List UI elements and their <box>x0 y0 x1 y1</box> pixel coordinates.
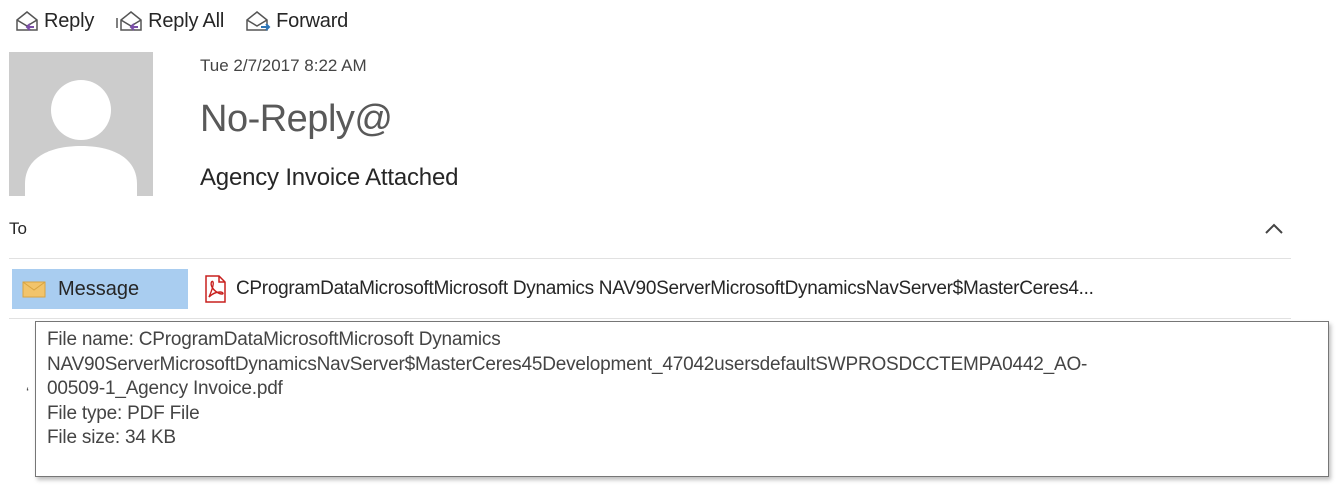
tooltip-file-name: File name: CProgramDataMicrosoftMicrosof… <box>47 329 501 350</box>
reply-all-button[interactable]: Reply All <box>114 9 224 33</box>
forward-button[interactable]: Forward <box>244 9 348 33</box>
message-subject: Agency Invoice Attached <box>200 164 459 191</box>
reply-icon <box>16 11 38 31</box>
attachment-tooltip: File name: CProgramDataMicrosoftMicrosof… <box>35 321 1329 477</box>
reply-all-label: Reply All <box>148 9 225 32</box>
reply-all-icon <box>116 11 142 31</box>
attachment-filename: CProgramDataMicrosoftMicrosoft Dynamics … <box>236 278 1094 299</box>
message-tab-label: Message <box>58 277 140 300</box>
envelope-icon <box>22 281 46 298</box>
forward-label: Forward <box>276 9 349 32</box>
message-tab[interactable]: Message <box>12 269 188 309</box>
attachments-divider <box>9 318 1291 319</box>
forward-icon <box>246 11 271 31</box>
to-label: To <box>9 219 27 238</box>
reply-label: Reply <box>44 9 95 32</box>
chevron-up-icon <box>1265 223 1283 234</box>
pdf-file-icon <box>205 275 226 303</box>
tooltip-file-type: File type: PDF File <box>47 402 200 424</box>
collapse-header-button[interactable] <box>1262 219 1286 239</box>
body-text-fragment: ‘ <box>26 384 30 400</box>
header-divider <box>9 258 1291 259</box>
reply-button[interactable]: Reply <box>14 9 94 33</box>
sender-name[interactable]: No-Reply@ <box>200 98 393 141</box>
tooltip-file-name-end: 00509-1_Agency Invoice.pdf <box>47 378 283 399</box>
pdf-attachment[interactable]: CProgramDataMicrosoftMicrosoft Dynamics … <box>200 271 1094 307</box>
person-silhouette-icon <box>25 80 137 196</box>
tooltip-file-name-cont: NAV90ServerMicrosoftDynamicsNavServer$Ma… <box>47 353 1088 375</box>
sender-avatar <box>9 52 153 196</box>
tooltip-file-size: File size: 34 KB <box>47 427 176 448</box>
message-date: Tue 2/7/2017 8:22 AM <box>200 56 367 75</box>
message-actions-toolbar: Reply Reply All Forward <box>14 6 368 36</box>
